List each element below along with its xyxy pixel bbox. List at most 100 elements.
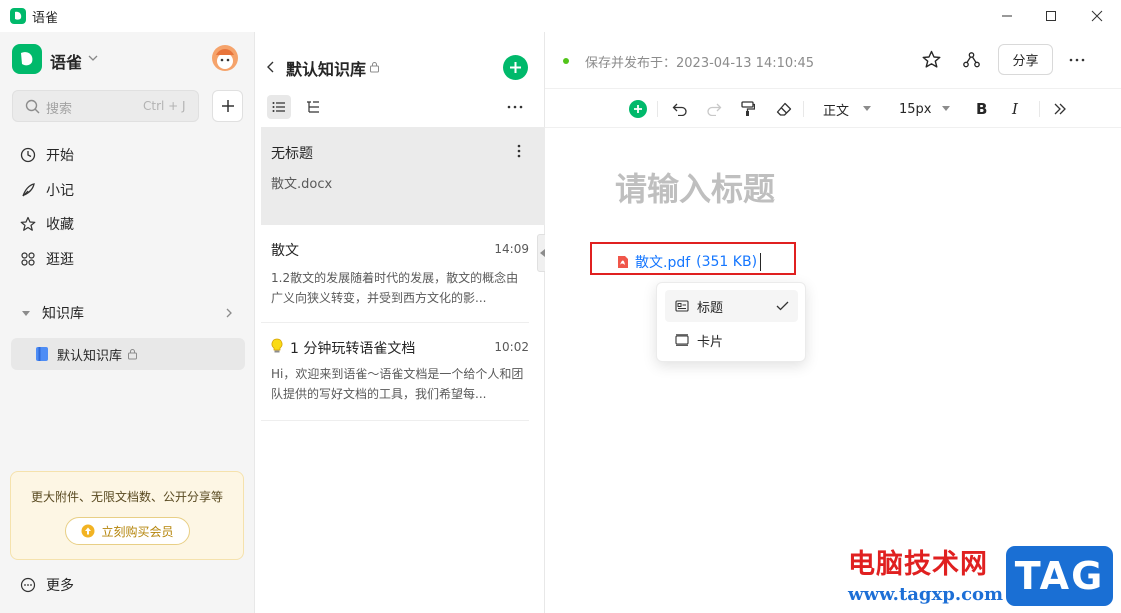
avatar[interactable] (212, 45, 238, 71)
clear-format-button[interactable] (775, 100, 793, 118)
nav-item-start[interactable]: 开始 (20, 140, 74, 170)
menu-item-card[interactable]: 卡片 (665, 324, 798, 356)
doc-list-item[interactable]: 散文 14:09 1.2散文的发展随着时代的发展，散文的概念由广义向狭义转变，并… (261, 225, 529, 323)
share-button[interactable]: 分享 (998, 44, 1053, 75)
nav-item-favorites[interactable]: 收藏 (20, 209, 74, 239)
more-label: 更多 (46, 578, 74, 594)
doc-more-icon[interactable] (517, 144, 521, 158)
search-shortcut: Ctrl + J (143, 99, 186, 113)
feather-icon (20, 182, 36, 198)
maximize-button[interactable] (1029, 0, 1073, 32)
redo-button[interactable] (705, 100, 723, 118)
doc-title: 1 分钟玩转语雀文档 (290, 341, 416, 357)
back-chevron-icon[interactable] (265, 60, 277, 74)
tree-view-button[interactable] (301, 95, 325, 119)
brand-name: 语雀 (50, 53, 83, 72)
lock-icon (127, 348, 138, 360)
attachment-name: 散文.pdf (635, 255, 691, 271)
text-cursor (760, 253, 762, 271)
sidebar: 语雀 搜索 Ctrl + J 开始 小记 收藏 逛逛 知识库 默认知识库 更大附… (0, 32, 255, 613)
minimize-button[interactable] (985, 0, 1029, 32)
close-button[interactable] (1073, 0, 1121, 32)
double-chevron-right-icon (1054, 103, 1066, 115)
tree-icon (307, 101, 319, 113)
check-icon (776, 301, 789, 311)
nav-item-explore[interactable]: 逛逛 (20, 244, 74, 274)
nav-label: 收藏 (46, 217, 74, 233)
font-size-select[interactable]: 15px (899, 99, 950, 119)
editor-pane: 保存并发布于：2023-04-13 14:10:45 分享 正文 15px B … (545, 32, 1121, 613)
expand-toolbar-button[interactable] (1051, 100, 1069, 118)
list-view-button[interactable] (267, 95, 291, 119)
more-options-icon[interactable] (1069, 58, 1085, 62)
promo-card: 更大附件、无限文档数、公开分享等 立刻购买会员 (10, 471, 244, 560)
brand-logo-icon (12, 44, 42, 74)
star-icon[interactable] (922, 50, 941, 69)
title-placeholder[interactable]: 请输入标题 (615, 164, 775, 210)
kb-section-label: 知识库 (42, 306, 84, 322)
search-input[interactable]: 搜索 Ctrl + J (12, 90, 199, 122)
more-button[interactable]: 更多 (20, 570, 74, 600)
more-circle-icon (20, 577, 36, 593)
redo-icon (707, 103, 722, 116)
card-mode-icon (675, 334, 689, 346)
buy-membership-label: 立刻购买会员 (101, 524, 174, 539)
more-options-icon[interactable] (507, 105, 523, 109)
undo-button[interactable] (671, 100, 689, 118)
grid-icon (20, 251, 36, 267)
save-status-dot (563, 58, 569, 64)
doc-list-pane: 默认知识库 无标题 散文.docx 散文 14:09 1.2散文的发展随着时代的… (255, 32, 549, 613)
graph-icon[interactable] (963, 51, 980, 68)
app-logo-icon (10, 8, 26, 24)
bold-button[interactable]: B (976, 100, 987, 118)
insert-button[interactable] (629, 100, 647, 118)
plus-icon (221, 100, 234, 112)
doc-title: 散文 (271, 243, 299, 259)
attachment-link[interactable]: 散文.pdf (351 KB) (617, 252, 762, 272)
toolbar-divider (803, 101, 804, 117)
watermark-logo: TAG (1003, 543, 1116, 609)
menu-item-label: 卡片 (697, 334, 724, 350)
chevron-right-icon[interactable] (223, 307, 235, 319)
watermark-logo-text: TAG (1014, 554, 1105, 598)
doc-list-item-selected[interactable]: 无标题 散文.docx (261, 127, 545, 225)
buy-membership-button[interactable]: 立刻购买会员 (65, 517, 190, 545)
new-doc-button[interactable] (503, 55, 528, 80)
pdf-file-icon (617, 255, 629, 269)
lightbulb-icon (271, 338, 283, 354)
star-icon (20, 216, 36, 232)
toolbar-divider (1039, 101, 1040, 117)
paragraph-style-select[interactable]: 正文 (823, 99, 872, 119)
promo-text: 更大附件、无限文档数、公开分享等 (30, 490, 223, 504)
kb-title: 默认知识库 (286, 60, 367, 79)
nav-item-notes[interactable]: 小记 (20, 175, 74, 205)
watermark-url: www.tagxp.com (848, 584, 1004, 605)
lock-icon (369, 61, 380, 73)
font-size-value: 15px (899, 101, 932, 117)
format-toolbar: 正文 15px B I (545, 88, 1121, 128)
search-placeholder: 搜索 (46, 102, 73, 117)
caret-down-icon (863, 106, 872, 111)
chevron-down-icon[interactable] (87, 52, 99, 64)
doc-title: 无标题 (271, 146, 313, 162)
plus-icon (510, 62, 521, 73)
add-button[interactable] (212, 90, 243, 122)
kb-item-default[interactable]: 默认知识库 (11, 338, 245, 370)
upgrade-icon (81, 524, 95, 538)
italic-button[interactable]: I (1012, 100, 1018, 118)
paint-brush-icon (741, 101, 755, 116)
caret-down-icon (20, 307, 32, 319)
window-title: 语雀 (32, 11, 59, 26)
doc-preview: Hi，欢迎来到语雀～语雀文档是一个给个人和团队提供的写好文档的工具，我们希望每.… (271, 367, 524, 401)
format-painter-button[interactable] (739, 100, 757, 118)
kb-item-label: 默认知识库 (57, 348, 123, 364)
window-titlebar: 语雀 (0, 0, 1121, 32)
menu-item-label: 标题 (697, 300, 724, 316)
eraser-icon (776, 102, 792, 116)
nav-label: 开始 (46, 148, 74, 164)
paragraph-style-value: 正文 (823, 103, 850, 119)
kb-section-header[interactable]: 知识库 (20, 298, 235, 328)
menu-item-title[interactable]: 标题 (665, 290, 798, 322)
doc-list-item[interactable]: 1 分钟玩转语雀文档 10:02 Hi，欢迎来到语雀～语雀文档是一个给个人和团队… (261, 323, 529, 421)
undo-icon (672, 103, 687, 116)
